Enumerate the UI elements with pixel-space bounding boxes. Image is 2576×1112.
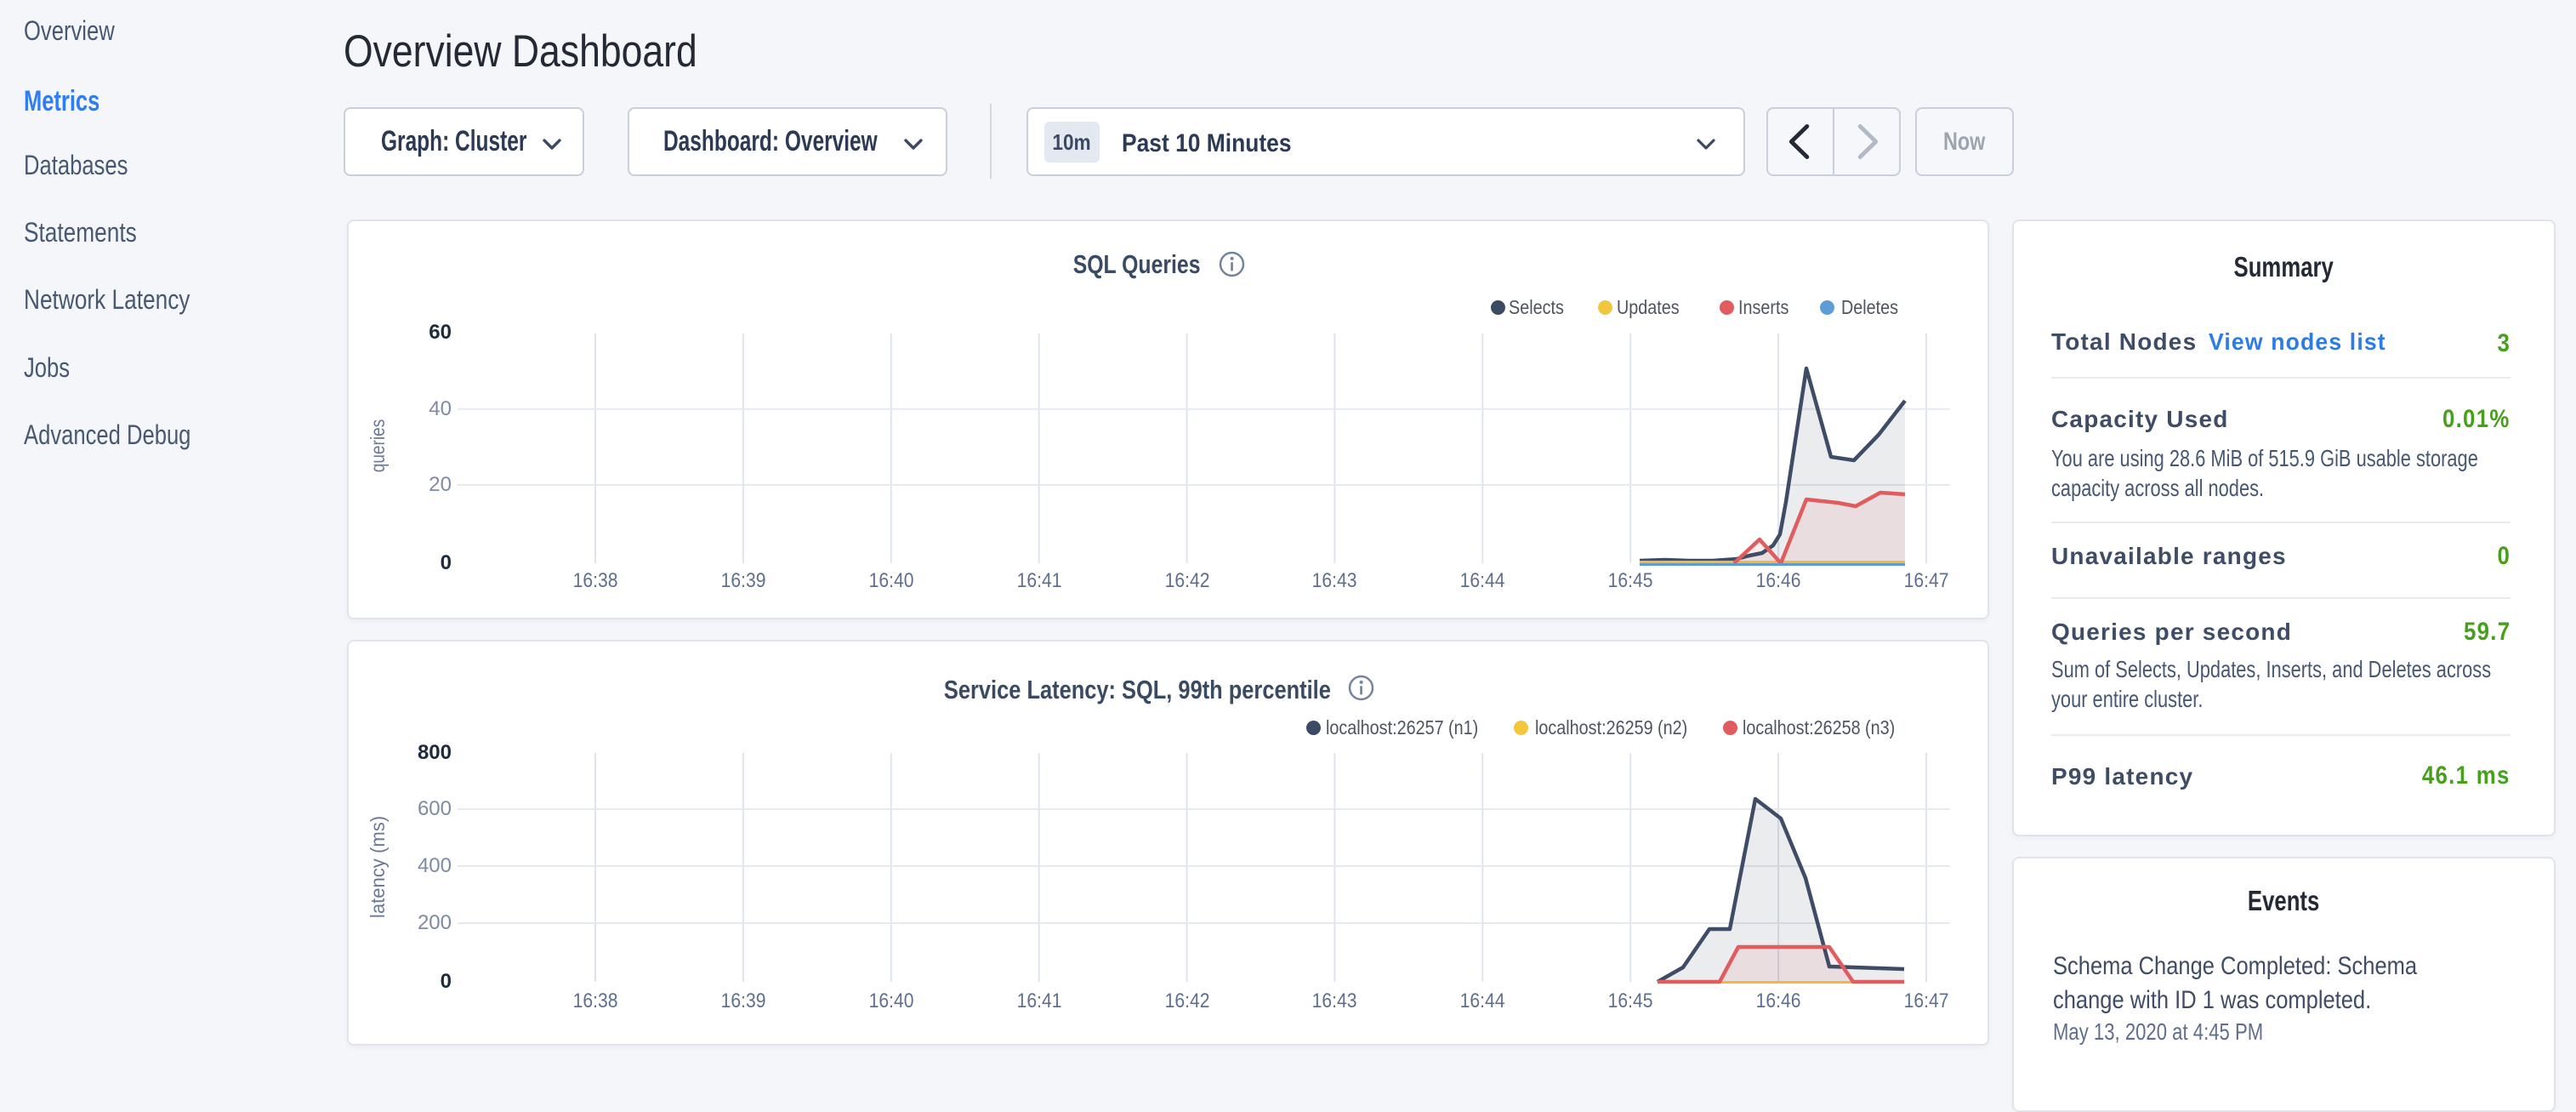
svg-text:latency (ms): latency (ms) <box>367 816 390 918</box>
svg-text:queries: queries <box>367 419 389 473</box>
